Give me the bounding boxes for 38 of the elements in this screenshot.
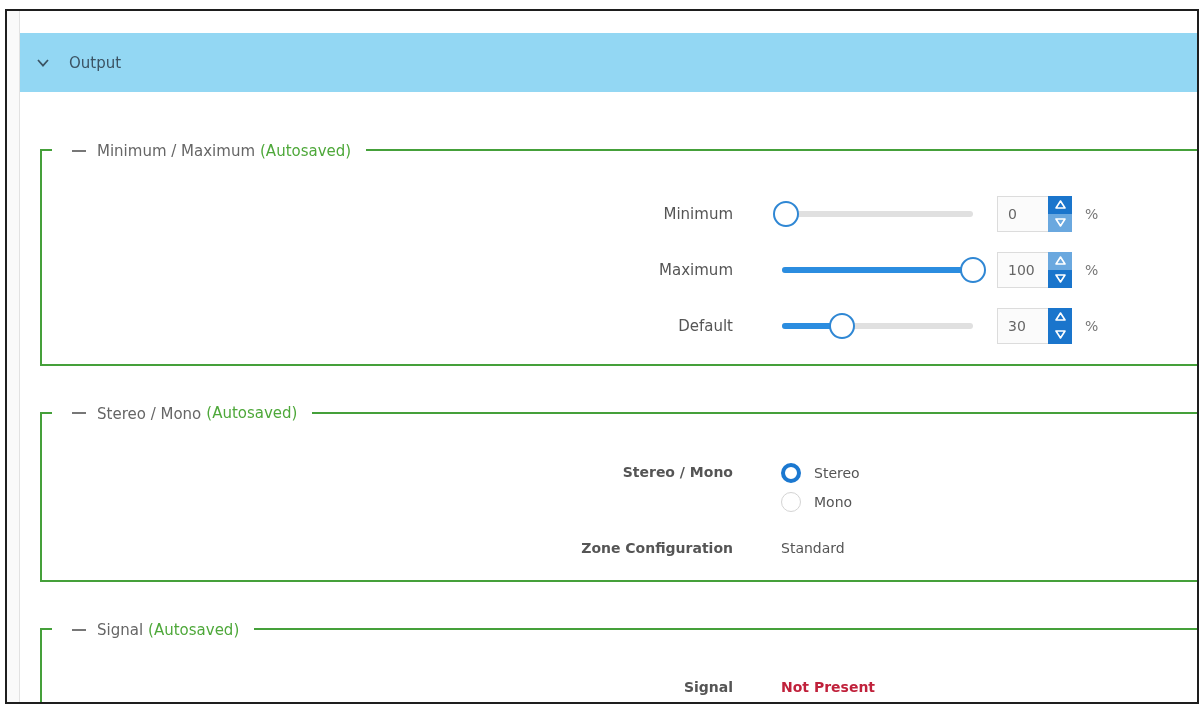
minus-icon[interactable] (72, 149, 86, 152)
increment-button[interactable] (1048, 195, 1072, 214)
triangle-up-icon (1054, 200, 1066, 209)
group-title: Signal (97, 620, 144, 639)
autosaved-label: (Autosaved) (148, 620, 240, 639)
field-label: Stereo / Mono (621, 463, 733, 482)
unit-label: % (1085, 261, 1099, 278)
status-value: Not Present (781, 677, 876, 697)
chevron-down-icon (37, 58, 49, 67)
radio-label: Mono (814, 493, 853, 510)
triangle-up-icon (1054, 312, 1066, 321)
unit-label: % (1085, 317, 1099, 334)
autosaved-label: (Autosaved) (206, 404, 298, 422)
field-label: Signal (682, 677, 733, 697)
triangle-down-icon (1054, 218, 1066, 227)
group-title: Stereo / Mono (97, 404, 202, 422)
slider-thumb[interactable] (773, 200, 799, 227)
group-title: Minimum / Maximum (97, 141, 255, 160)
increment-button[interactable] (1048, 307, 1072, 326)
autosaved-label: (Autosaved) (260, 141, 352, 160)
panel-header[interactable]: Output (20, 33, 1197, 92)
minus-icon[interactable] (72, 628, 86, 631)
field-label: Maximum (658, 260, 733, 279)
slider-thumb[interactable] (829, 312, 856, 339)
triangle-down-icon (1054, 330, 1066, 339)
field-value: Standard (781, 539, 845, 558)
field-label: Zone Configuration (580, 539, 733, 558)
number-field[interactable]: 0 (997, 195, 1048, 232)
number-field[interactable]: 100 (997, 251, 1048, 288)
unit-label: % (1085, 205, 1099, 222)
radio-label: Stereo (814, 464, 860, 481)
number-field[interactable]: 30 (997, 307, 1048, 344)
triangle-up-icon (1054, 256, 1066, 265)
field-label: Minimum (662, 204, 733, 223)
field-label: Default (677, 316, 733, 335)
triangle-down-icon (1054, 274, 1066, 283)
radio-button[interactable] (781, 462, 801, 483)
slider-thumb[interactable] (960, 256, 986, 283)
